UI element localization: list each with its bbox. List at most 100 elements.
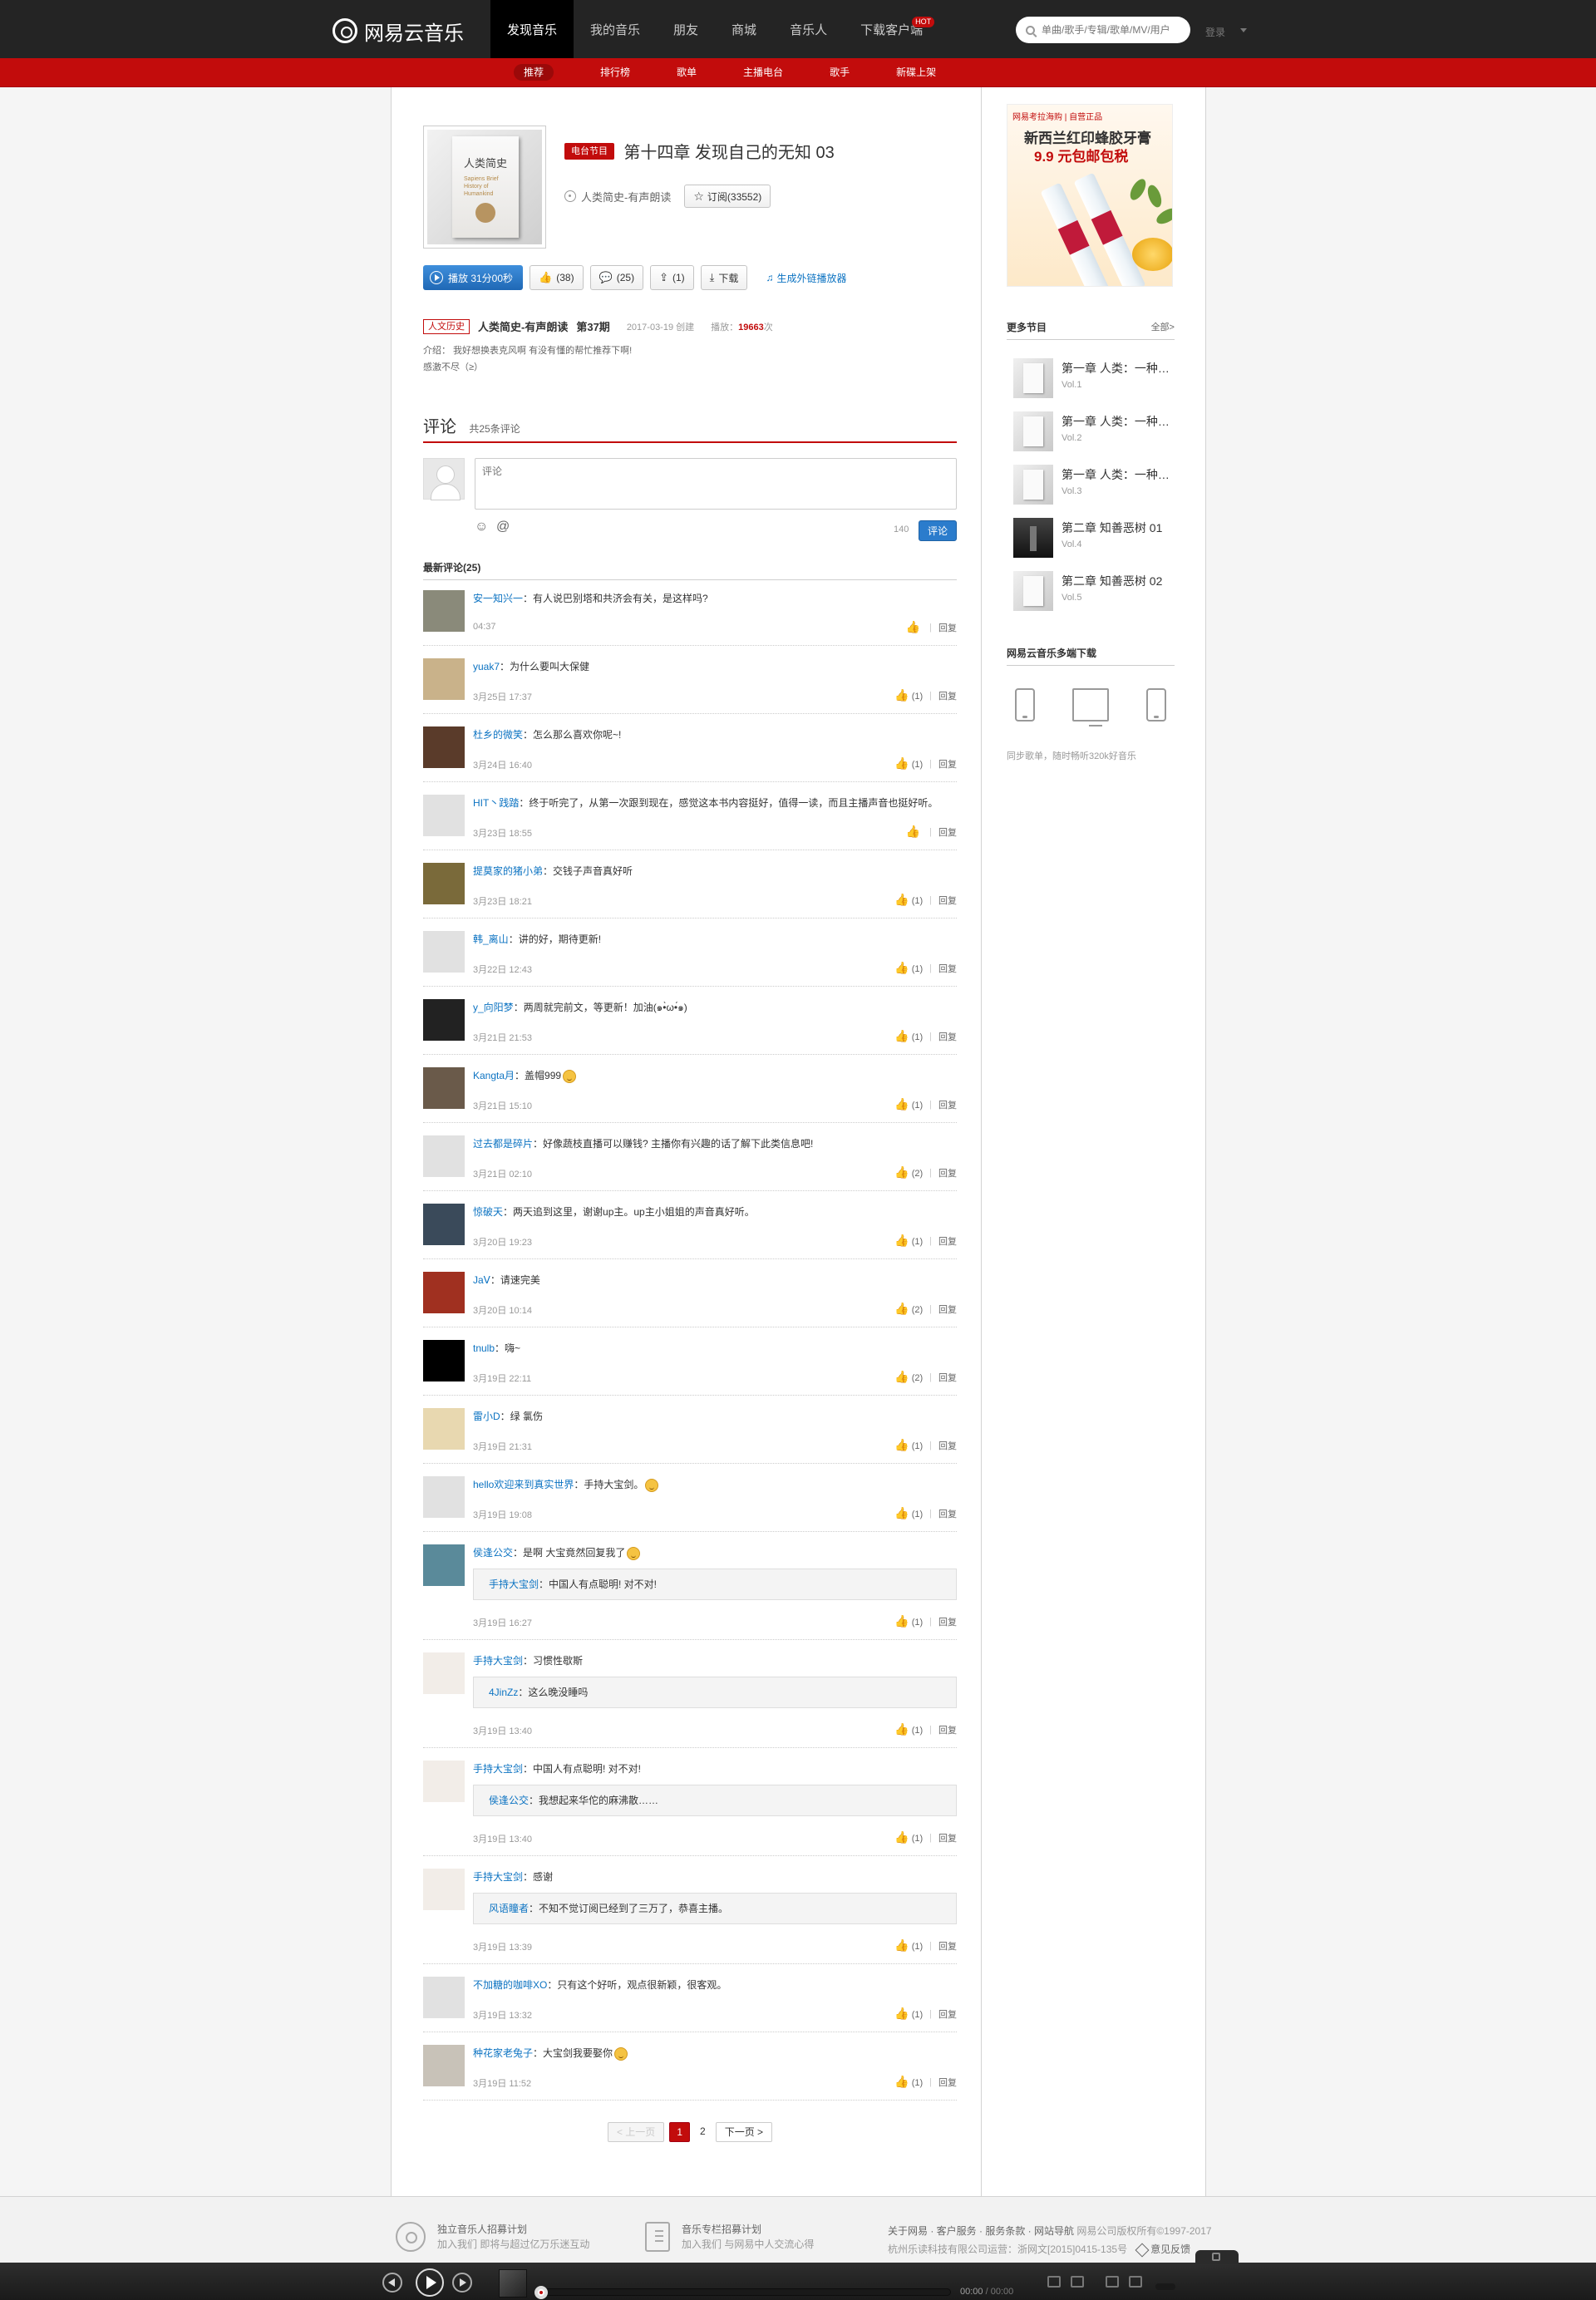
comment-like-button[interactable]: 👍 (1) xyxy=(894,1438,923,1452)
program-thumbnail[interactable] xyxy=(1013,358,1053,398)
comment-like-button[interactable]: 👍 (1) xyxy=(894,1506,923,1520)
reply-button[interactable]: 回复 xyxy=(938,894,957,907)
comment-username[interactable]: 提莫家的猪小弟 xyxy=(473,865,543,877)
lock-button[interactable] xyxy=(1195,2250,1239,2264)
playlist-count-icon[interactable] xyxy=(1155,2283,1175,2290)
comment-username[interactable]: JaⅤ xyxy=(473,1274,490,1286)
comment-username[interactable]: 不加糖的咖啡XO xyxy=(473,1979,547,1991)
user-avatar[interactable] xyxy=(423,931,465,973)
comment-username[interactable]: 手持大宝剑 xyxy=(473,1871,523,1883)
subnav-new-albums[interactable]: 新碟上架 xyxy=(873,58,959,87)
more-program-item[interactable]: 第一章 人类：一种也没什么特别的动物 02 Vol.2 xyxy=(1013,410,1171,463)
emoji-icon[interactable]: ☺ xyxy=(475,520,488,534)
progress-handle[interactable] xyxy=(534,2286,548,2299)
reply-button[interactable]: 回复 xyxy=(938,1234,957,1248)
comment-like-button[interactable]: 👍 (1) xyxy=(894,2007,923,2021)
submit-comment-button[interactable]: 评论 xyxy=(919,520,957,541)
comment-like-button[interactable]: 👍 (1) xyxy=(894,961,923,975)
reply-username[interactable]: 4JinZz xyxy=(489,1687,518,1698)
comment-like-button[interactable]: 👍 (1) xyxy=(894,1234,923,1248)
reply-button[interactable]: 回复 xyxy=(938,1507,957,1520)
reply-button[interactable]: 回复 xyxy=(938,757,957,771)
user-avatar[interactable] xyxy=(423,795,465,836)
page-1-button[interactable]: 1 xyxy=(669,2122,690,2142)
subnav-recommend[interactable]: 推荐 xyxy=(490,58,577,87)
login-link[interactable]: 登录 xyxy=(1205,25,1225,39)
category-tag[interactable]: 人文历史 xyxy=(423,318,470,334)
comment-username[interactable]: hello欢迎来到真实世界 xyxy=(473,1479,574,1490)
program-thumbnail[interactable] xyxy=(1013,518,1053,558)
program-name-link[interactable]: 第一章 人类：一种也没什么特别的动物 02 xyxy=(1062,413,1171,430)
user-avatar[interactable] xyxy=(423,1761,465,1802)
ios-download[interactable] xyxy=(1007,687,1043,723)
comment-like-button[interactable]: 👍 (2) xyxy=(894,1165,923,1180)
user-avatar[interactable] xyxy=(423,1869,465,1910)
comment-username[interactable]: 侯逢公交 xyxy=(473,1547,513,1559)
subnav-playlists[interactable]: 歌单 xyxy=(653,58,720,87)
nav-my-music[interactable]: 我的音乐 xyxy=(574,0,657,58)
comment-username[interactable]: 手持大宝剑 xyxy=(473,1655,523,1667)
comment-like-button[interactable]: 👍 (1) xyxy=(894,1938,923,1953)
program-name-link[interactable]: 第二章 知善恶树 02 xyxy=(1062,573,1171,589)
comment-like-button[interactable]: 👍 (1) xyxy=(894,893,923,907)
comment-username[interactable]: yuak7 xyxy=(473,661,500,672)
comment-like-button[interactable]: 👍 (1) xyxy=(894,1029,923,1043)
nav-musician[interactable]: 音乐人 xyxy=(773,0,844,58)
user-avatar[interactable] xyxy=(423,1204,465,1245)
reply-button[interactable]: 回复 xyxy=(938,1303,957,1316)
comment-username[interactable]: 过去都是碎片 xyxy=(473,1138,533,1150)
user-avatar[interactable] xyxy=(423,1135,465,1177)
comment-username[interactable]: 雷小D xyxy=(473,1411,500,1422)
meta-radio-name[interactable]: 人类简史-有声朗读 xyxy=(478,318,568,334)
generate-player-link[interactable]: ♫ 生成外链播放器 xyxy=(766,271,846,285)
comment-username[interactable]: y_向阳梦 xyxy=(473,1002,514,1013)
reply-button[interactable]: 回复 xyxy=(938,962,957,975)
comment-like-button[interactable]: 👍 (1) xyxy=(894,1097,923,1111)
share-icon[interactable] xyxy=(1071,2276,1084,2288)
comment-like-button[interactable]: 👍 (2) xyxy=(894,1302,923,1316)
comment-username[interactable]: 惊破天 xyxy=(473,1206,503,1218)
play-pause-icon[interactable] xyxy=(416,2268,444,2297)
comment-like-button[interactable]: 👍 xyxy=(906,825,923,839)
reply-username[interactable]: 手持大宝剑 xyxy=(489,1578,539,1590)
comment-input[interactable] xyxy=(475,458,957,510)
comment-username[interactable]: 手持大宝剑 xyxy=(473,1763,523,1775)
comment-username[interactable]: Kangta月 xyxy=(473,1070,515,1081)
share-button[interactable]: ⇪ (1) xyxy=(650,265,694,290)
comment-username[interactable]: 安一知兴一 xyxy=(473,593,523,604)
comment-like-button[interactable]: 👍 (1) xyxy=(894,756,923,771)
player-cover[interactable] xyxy=(499,2269,527,2298)
search-input[interactable] xyxy=(1042,24,1183,36)
search-box[interactable] xyxy=(1016,17,1190,43)
next-track-icon[interactable] xyxy=(452,2273,472,2293)
nav-friends[interactable]: 朋友 xyxy=(657,0,715,58)
reply-button[interactable]: 回复 xyxy=(938,1439,957,1452)
comment-like-button[interactable]: 👍 (1) xyxy=(894,1614,923,1628)
subnav-radio[interactable]: 主播电台 xyxy=(720,58,806,87)
footer-nav-links[interactable]: 关于网易 · 客户服务 · 服务条款 · 网站导航 xyxy=(888,2225,1074,2237)
previous-track-icon[interactable] xyxy=(382,2273,402,2293)
user-avatar[interactable] xyxy=(423,1340,465,1381)
pc-download[interactable] xyxy=(1072,687,1109,726)
next-page-button[interactable]: 下一页 > xyxy=(715,2122,773,2142)
more-program-item[interactable]: 第一章 人类：一种也没什么特别的动物 03 Vol.3 xyxy=(1013,463,1171,516)
comment-like-button[interactable]: 👍 (1) xyxy=(894,2075,923,2089)
more-program-item[interactable]: 第二章 知善恶树 01 Vol.4 xyxy=(1013,516,1171,569)
download-button[interactable]: ⤓ 下载 xyxy=(700,265,748,290)
chevron-down-icon[interactable] xyxy=(1240,28,1247,32)
nav-store[interactable]: 商城 xyxy=(715,0,773,58)
user-avatar[interactable] xyxy=(423,1476,465,1518)
comment-username[interactable]: 韩_离山 xyxy=(473,933,509,945)
column-recruit-card[interactable]: 音乐专栏招募计划 加入我们 与网易中人交流心得 xyxy=(645,2222,814,2252)
user-avatar[interactable] xyxy=(423,1408,465,1450)
reply-button[interactable]: 回复 xyxy=(938,1723,957,1736)
user-avatar[interactable] xyxy=(423,590,465,632)
add-to-playlist-icon[interactable] xyxy=(1047,2276,1061,2288)
comment-like-button[interactable]: 👍 (1) xyxy=(894,1722,923,1736)
reply-button[interactable]: 回复 xyxy=(938,1939,957,1953)
program-name-link[interactable]: 第一章 人类：一种也没什么特别的动物 03 xyxy=(1062,466,1171,483)
more-program-item[interactable]: 第二章 知善恶树 02 Vol.5 xyxy=(1013,569,1171,623)
reply-username[interactable]: 侯逢公交 xyxy=(489,1795,529,1806)
user-avatar[interactable] xyxy=(423,2045,465,2086)
ad-banner[interactable]: 网易考拉海购 | 自营正品 新西兰红印蜂胶牙膏 9.9 元包邮包税 xyxy=(1007,104,1173,287)
